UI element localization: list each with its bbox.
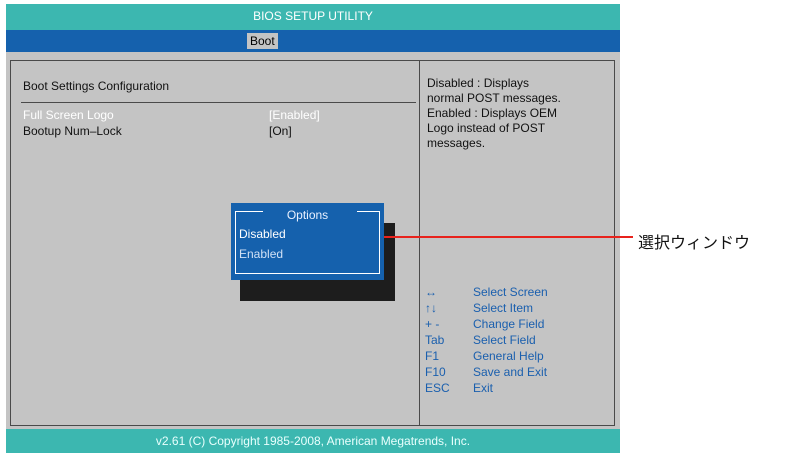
key-row: ↔ Select Screen xyxy=(425,284,605,300)
section-divider xyxy=(21,102,416,103)
section-title: Boot Settings Configuration xyxy=(23,79,170,93)
key-name: Tab xyxy=(425,333,445,347)
key-desc: Save and Exit xyxy=(473,365,548,379)
help-line: normal POST messages. xyxy=(427,91,561,105)
copyright-text: v2.61 (C) Copyright 1985-2008, American … xyxy=(155,434,471,448)
panel-divider xyxy=(419,61,420,426)
options-popup: Options Disabled Enabled xyxy=(231,203,384,280)
setting-value: [On] xyxy=(269,124,292,138)
key-desc: Change Field xyxy=(473,317,545,331)
help-panel: Disabled : Displays normal POST messages… xyxy=(427,76,603,151)
key-row: F1 General Help xyxy=(425,348,605,364)
tab-boot[interactable]: Boot xyxy=(247,33,278,49)
key-row: Tab Select Field xyxy=(425,332,605,348)
setting-label: Bootup Num–Lock xyxy=(23,124,122,138)
tab-bar: Boot xyxy=(6,30,620,52)
popup-title: Options xyxy=(286,208,329,222)
window-title: BIOS SETUP UTILITY xyxy=(253,9,373,23)
key-row: ↑↓ Select Item xyxy=(425,300,605,316)
arrows-up-down-icon: ↑↓ xyxy=(425,301,437,315)
setting-bootup-num-lock[interactable]: Bootup Num–Lock [On] xyxy=(23,124,413,139)
setting-label: Full Screen Logo xyxy=(23,108,114,122)
key-row: ESC Exit xyxy=(425,380,605,396)
key-desc: Select Item xyxy=(473,301,534,315)
callout-label: 選択ウィンドウ xyxy=(638,235,751,252)
key-row: F10 Save and Exit xyxy=(425,364,605,380)
setting-value: [Enabled] xyxy=(269,108,320,122)
key-name: F10 xyxy=(425,365,446,379)
key-desc: Exit xyxy=(473,381,494,395)
key-name: ESC xyxy=(425,381,450,395)
callout-line xyxy=(384,236,633,238)
option-enabled[interactable]: Enabled xyxy=(239,247,283,261)
key-desc: Select Screen xyxy=(473,285,548,299)
footer-bar: v2.61 (C) Copyright 1985-2008, American … xyxy=(6,429,620,453)
title-bar: BIOS SETUP UTILITY xyxy=(6,4,620,30)
help-line: Logo instead of POST xyxy=(427,121,546,135)
key-name: + - xyxy=(425,317,440,331)
option-disabled[interactable]: Disabled xyxy=(239,227,286,241)
key-name: F1 xyxy=(425,349,440,363)
setting-full-screen-logo[interactable]: Full Screen Logo [Enabled] xyxy=(23,108,413,123)
key-legend: ↔ Select Screen ↑↓ Select Item + - Change F… xyxy=(425,284,605,396)
help-line: messages. xyxy=(427,136,486,150)
key-row: + - Change Field xyxy=(425,316,605,332)
help-line: Disabled : Displays xyxy=(427,76,530,90)
key-desc: Select Field xyxy=(473,333,536,347)
arrows-left-right-icon: ↔ xyxy=(425,285,437,299)
key-desc: General Help xyxy=(473,349,544,363)
help-line: Enabled : Displays OEM xyxy=(427,106,558,120)
